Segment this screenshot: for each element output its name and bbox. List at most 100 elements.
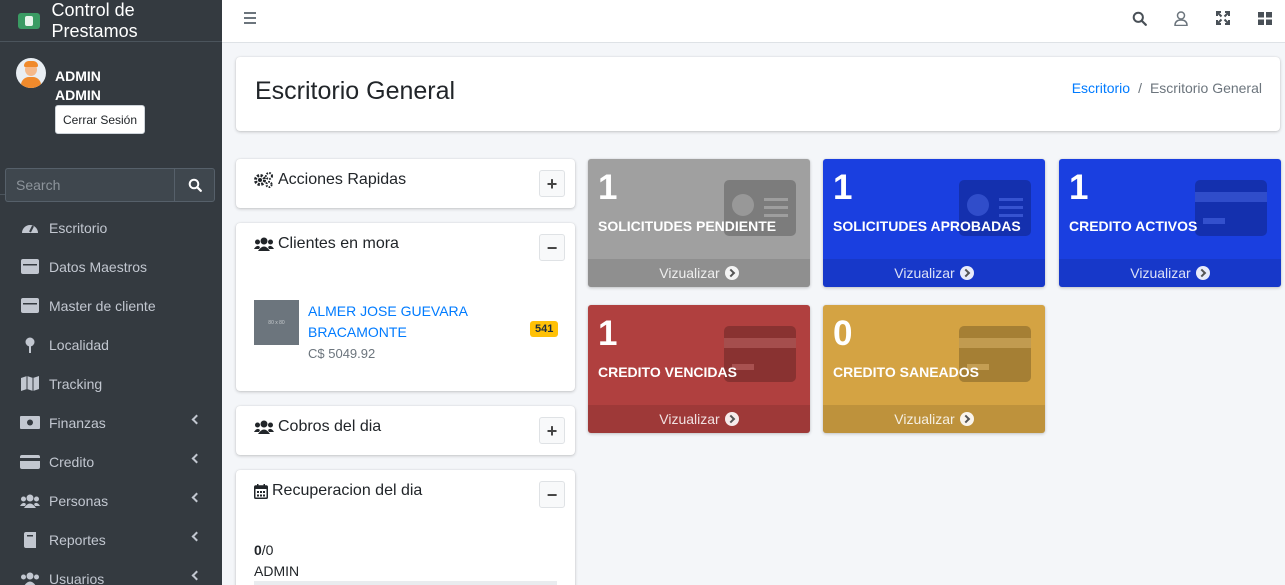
- sidebar-item-datos-maestros[interactable]: Datos Maestros: [0, 247, 222, 286]
- client-name-link[interactable]: ALMER JOSE GUEVARA BRACAMONTE: [308, 301, 518, 343]
- sidebar-item-label: Datos Maestros: [49, 258, 148, 275]
- card-title-label: Acciones Rapidas: [278, 171, 407, 188]
- stat-box-credito-vencidas: 1 CREDITO VENCIDAS Vizualizar: [588, 305, 810, 433]
- sidebar-item-usuarios[interactable]: Usuarios: [0, 559, 222, 585]
- search-icon[interactable]: [1130, 9, 1148, 27]
- stat-footer-link[interactable]: Vizualizar: [823, 259, 1045, 287]
- stat-value: 1: [1069, 168, 1089, 207]
- search-button[interactable]: [174, 168, 215, 202]
- sidebar-item-label: Localidad: [49, 336, 109, 353]
- stat-value: 0: [833, 314, 853, 353]
- credit-card-icon: [20, 454, 40, 470]
- map-pin-icon: [20, 337, 40, 353]
- stat-value: 1: [598, 314, 618, 353]
- card-title-label: Recuperacion del dia: [272, 482, 423, 499]
- client-thumbnail: 80 x 80: [254, 300, 299, 345]
- card-clientes-mora: Clientes en mora − 80 x 80 ALMER JOSE GU…: [236, 223, 575, 391]
- arrow-circle-right-icon: [959, 412, 974, 426]
- sidebar-item-label: Finanzas: [49, 414, 106, 431]
- stat-label: CREDITO VENCIDAS: [598, 364, 737, 380]
- cogs-icon: [254, 172, 274, 188]
- user-name[interactable]: ADMIN: [55, 65, 101, 87]
- stat-footer-link[interactable]: Vizualizar: [1059, 259, 1281, 287]
- table-icon: [20, 259, 40, 275]
- users-icon: [254, 420, 274, 434]
- sidebar-item-personas[interactable]: Personas: [0, 481, 222, 520]
- stat-box-credito-activos: 1 CREDITO ACTIVOS Vizualizar: [1059, 159, 1281, 287]
- arrow-circle-right-icon: [724, 412, 739, 426]
- sidebar: Control de Prestamos ADMIN ADMIN Cerrar …: [0, 0, 222, 585]
- collapse-card-button[interactable]: −: [539, 234, 565, 261]
- stat-label: CREDITO SANEADOS: [833, 364, 979, 380]
- avatar: [16, 58, 46, 88]
- chevron-left-icon: [191, 492, 202, 503]
- card-recuperacion-dia: Recuperacion del dia − 0/0 ADMIN: [236, 470, 575, 585]
- money-logo-icon: [18, 12, 40, 29]
- calendar-icon: [254, 483, 268, 499]
- card-cobros-dia: Cobros del dia +: [236, 406, 575, 455]
- breadcrumb-link-escritorio[interactable]: Escritorio: [1072, 80, 1130, 96]
- sidebar-item-label: Escritorio: [49, 219, 108, 236]
- table-icon: [20, 298, 40, 314]
- arrow-circle-right-icon: [724, 266, 739, 280]
- sidebar-item-credito[interactable]: Credito: [0, 442, 222, 481]
- sidebar-item-label: Reportes: [49, 531, 106, 548]
- users-icon: [20, 571, 40, 585]
- stat-footer-link[interactable]: Vizualizar: [588, 405, 810, 433]
- stat-label: SOLICITUDES APROBADAS: [833, 218, 1021, 234]
- card-title-label: Clientes en mora: [278, 235, 399, 252]
- stat-footer-link[interactable]: Vizualizar: [588, 259, 810, 287]
- client-amount: C$ 5049.92: [308, 346, 376, 361]
- users-icon: [20, 493, 40, 509]
- days-overdue-badge: 541: [530, 321, 559, 337]
- credit-card-icon: [1195, 180, 1267, 236]
- chevron-left-icon: [191, 570, 202, 581]
- logout-button[interactable]: Cerrar Sesión: [55, 105, 145, 134]
- recovery-count: 0/0: [254, 542, 274, 558]
- breadcrumb-current: Escritorio General: [1149, 80, 1262, 96]
- tachometer-icon: [20, 220, 40, 236]
- top-navbar: [222, 0, 1285, 43]
- grid-icon[interactable]: [1256, 9, 1274, 27]
- collapse-card-button[interactable]: −: [539, 481, 565, 508]
- expand-icon[interactable]: [1214, 9, 1232, 27]
- brand-title: Control de Prestamos: [51, 0, 138, 41]
- menu-toggle-icon[interactable]: [244, 12, 256, 24]
- sidebar-item-label: Master de cliente: [49, 297, 156, 314]
- search-icon: [188, 178, 202, 192]
- stat-label: SOLICITUDES PENDIENTE: [598, 218, 777, 234]
- expand-card-button[interactable]: +: [539, 170, 565, 197]
- map-icon: [20, 376, 40, 392]
- sidebar-item-label: Credito: [49, 453, 95, 470]
- user-icon[interactable]: [1172, 9, 1190, 27]
- sidebar-item-master-cliente[interactable]: Master de cliente: [0, 286, 222, 325]
- sidebar-item-tracking[interactable]: Tracking: [0, 364, 222, 403]
- users-icon: [254, 237, 274, 251]
- sidebar-nav: Escritorio Datos Maestros Master de clie…: [0, 208, 222, 585]
- stat-value: 1: [598, 168, 618, 207]
- sidebar-item-label: Personas: [49, 492, 109, 509]
- expand-card-button[interactable]: +: [539, 417, 565, 444]
- page-title: Escritorio General: [255, 77, 456, 105]
- stat-box-solicitudes-aprobadas: 1 SOLICITUDES APROBADAS Vizualizar: [823, 159, 1045, 287]
- sidebar-item-reportes[interactable]: Reportes: [0, 520, 222, 559]
- sidebar-item-localidad[interactable]: Localidad: [0, 325, 222, 364]
- sidebar-item-label: Usuarios: [49, 570, 105, 585]
- brand-link[interactable]: Control de Prestamos: [0, 0, 222, 42]
- arrow-circle-right-icon: [959, 266, 974, 280]
- stat-value: 1: [833, 168, 853, 207]
- sidebar-item-escritorio[interactable]: Escritorio: [0, 208, 222, 247]
- stat-box-solicitudes-pendiente: 1 SOLICITUDES PENDIENTE Vizualizar: [588, 159, 810, 287]
- card-acciones-rapidas: Acciones Rapidas +: [236, 159, 575, 208]
- chevron-left-icon: [191, 531, 202, 542]
- file-icon: [20, 531, 40, 548]
- user-role: ADMIN: [55, 87, 101, 103]
- sidebar-item-label: Tracking: [49, 375, 103, 392]
- chevron-left-icon: [191, 414, 202, 425]
- sidebar-item-finanzas[interactable]: Finanzas: [0, 403, 222, 442]
- recovery-progress-bar: [254, 581, 557, 585]
- stat-footer-link[interactable]: Vizualizar: [823, 405, 1045, 433]
- stat-box-credito-saneados: 0 CREDITO SANEADOS Vizualizar: [823, 305, 1045, 433]
- content-header: Escritorio General Escritorio / Escritor…: [236, 57, 1280, 131]
- search-input[interactable]: [5, 168, 174, 202]
